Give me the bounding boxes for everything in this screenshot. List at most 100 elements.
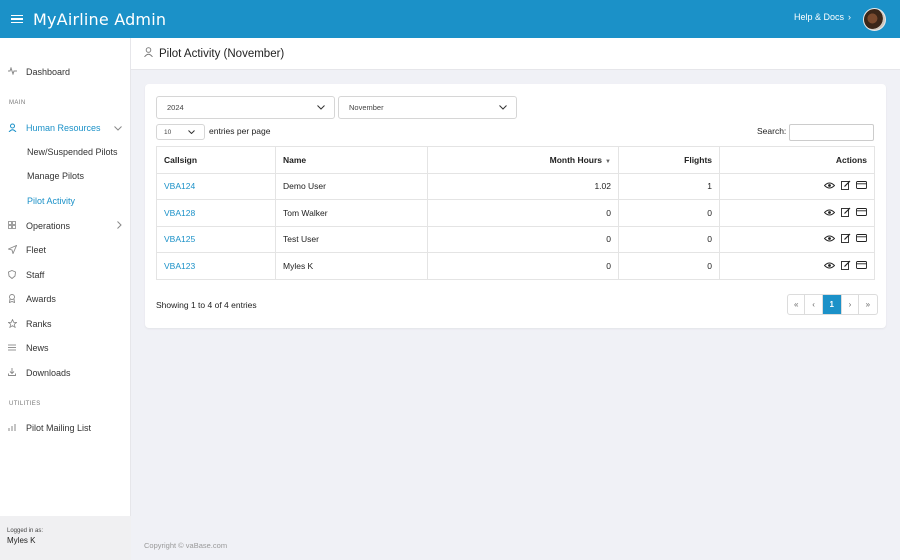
menu-toggle-icon[interactable]: [11, 13, 23, 26]
name-cell: Demo User: [275, 172, 428, 200]
table-row: VBA123 Myles K 0 0: [156, 252, 875, 280]
chevron-right-icon: ›: [848, 12, 851, 22]
sidebar-item-mailing-list[interactable]: Pilot Mailing List: [0, 418, 131, 438]
chevron-down-icon: [114, 123, 122, 133]
table-info: Showing 1 to 4 of 4 entries: [156, 300, 257, 310]
column-header-actions: Actions: [719, 146, 875, 174]
plane-icon: [7, 244, 26, 256]
eye-icon[interactable]: [824, 181, 836, 191]
pagination-prev-button[interactable]: ‹: [805, 295, 823, 314]
pagination-last-button[interactable]: »: [859, 295, 876, 314]
page-title: Pilot Activity (November): [159, 47, 285, 60]
flights-cell: 0: [618, 225, 720, 253]
sidebar-item-dashboard[interactable]: Dashboard: [0, 62, 131, 82]
edit-icon[interactable]: [840, 233, 851, 245]
column-header-month-hours[interactable]: Month Hours ▼: [427, 146, 619, 174]
month-hours-cell: 0: [427, 225, 619, 253]
eye-icon[interactable]: [824, 261, 836, 271]
callsign-link[interactable]: VBA125: [164, 234, 195, 244]
search-input[interactable]: [789, 124, 874, 141]
table-row: VBA125 Test User 0 0: [156, 225, 875, 253]
entries-per-page-label: entries per page: [209, 126, 271, 136]
sidebar-subitem-new-suspended[interactable]: New/Suspended Pilots: [27, 147, 118, 157]
actions-cell: [719, 199, 875, 227]
sidebar-item-label: Ranks: [26, 319, 52, 329]
logged-in-label: Logged in as:: [7, 528, 44, 534]
callsign-cell: VBA123: [156, 252, 276, 280]
eye-icon[interactable]: [824, 234, 836, 244]
footer-copyright: Copyright © vaBase.com: [144, 541, 228, 550]
callsign-cell: VBA124: [156, 172, 276, 200]
user-avatar[interactable]: [863, 8, 886, 31]
help-docs-label: Help & Docs: [793, 12, 844, 22]
bar-chart-icon: [8, 423, 26, 433]
sidebar-item-downloads[interactable]: Downloads: [0, 363, 131, 383]
column-header-flights[interactable]: Flights: [618, 146, 720, 174]
callsign-cell: VBA128: [156, 199, 276, 227]
sidebar-item-operations[interactable]: Operations: [0, 216, 131, 236]
sort-desc-icon: ▼: [605, 158, 611, 165]
app-title[interactable]: MyAirline Admin: [33, 10, 166, 29]
sidebar-item-label: Fleet: [26, 245, 47, 255]
top-bar: MyAirline Admin Help & Docs ›: [0, 0, 900, 38]
callsign-link[interactable]: VBA128: [164, 208, 195, 218]
callsign-cell: VBA125: [156, 225, 276, 253]
month-select[interactable]: November: [338, 96, 517, 119]
help-docs-link[interactable]: Help & Docs ›: [794, 12, 851, 22]
section-label-main: MAIN: [9, 100, 26, 106]
award-icon: [8, 293, 26, 305]
logged-in-panel: Logged in as: Myles K: [0, 516, 131, 560]
callsign-link[interactable]: VBA124: [164, 181, 195, 191]
card-icon[interactable]: [856, 181, 867, 191]
sidebar-item-label: Downloads: [26, 368, 71, 378]
actions-cell: [719, 225, 875, 253]
sidebar-item-label: Human Resources: [26, 123, 101, 133]
chevron-right-icon: [117, 221, 122, 231]
pulse-icon: [8, 66, 26, 77]
actions-cell: [719, 252, 875, 280]
name-cell: Myles K: [275, 252, 428, 280]
card-icon[interactable]: [856, 207, 867, 218]
eye-icon[interactable]: [824, 208, 836, 218]
column-header-name[interactable]: Name: [275, 146, 428, 174]
entries-per-page-select[interactable]: 10: [156, 124, 205, 140]
entries-per-page-value: 10: [164, 128, 172, 136]
year-select-value: 2024: [167, 103, 184, 112]
callsign-link[interactable]: VBA123: [164, 261, 195, 271]
download-icon: [8, 368, 26, 378]
page-header: Pilot Activity (November): [131, 38, 900, 70]
flights-cell: 0: [618, 199, 720, 227]
pagination-first-button[interactable]: «: [788, 295, 806, 314]
grid-icon: [8, 221, 26, 231]
card-icon[interactable]: [856, 260, 867, 271]
pagination-page-button[interactable]: 1: [822, 295, 842, 314]
card-icon[interactable]: [856, 234, 867, 244]
sidebar-item-ranks[interactable]: Ranks: [0, 314, 131, 334]
pagination-next-button[interactable]: ›: [842, 295, 860, 314]
sidebar-subitem-manage-pilots[interactable]: Manage Pilots: [27, 171, 84, 181]
sidebar-item-label: News: [26, 343, 49, 353]
chevron-down-icon: [499, 103, 507, 112]
sidebar-item-label: Staff: [26, 270, 45, 280]
pilot-activity-table: Callsign Name Month Hours ▼ Flights Actio…: [156, 146, 875, 280]
edit-icon[interactable]: [840, 260, 851, 272]
chevron-down-icon: [317, 103, 325, 112]
shield-icon: [8, 269, 26, 281]
month-select-value: November: [349, 103, 384, 112]
sidebar-item-fleet[interactable]: Fleet: [0, 240, 131, 260]
edit-icon[interactable]: [840, 180, 851, 192]
column-header-callsign[interactable]: Callsign: [156, 146, 276, 174]
sidebar-item-human-resources[interactable]: Human Resources: [0, 118, 131, 138]
logged-in-user: Myles K: [7, 536, 36, 545]
name-cell: Tom Walker: [275, 199, 428, 227]
table-row: VBA124 Demo User 1.02 1: [156, 172, 875, 200]
sidebar-subitem-pilot-activity[interactable]: Pilot Activity: [27, 196, 75, 206]
sidebar-item-staff[interactable]: Staff: [0, 265, 131, 285]
sidebar: Dashboard MAIN Human Resources New/Suspe…: [0, 38, 131, 560]
year-select[interactable]: 2024: [156, 96, 335, 119]
edit-icon[interactable]: [840, 207, 851, 219]
sidebar-item-awards[interactable]: Awards: [0, 289, 131, 309]
sidebar-item-news[interactable]: News: [0, 338, 131, 358]
search-label: Search:: [757, 126, 787, 136]
name-cell: Test User: [275, 225, 428, 253]
